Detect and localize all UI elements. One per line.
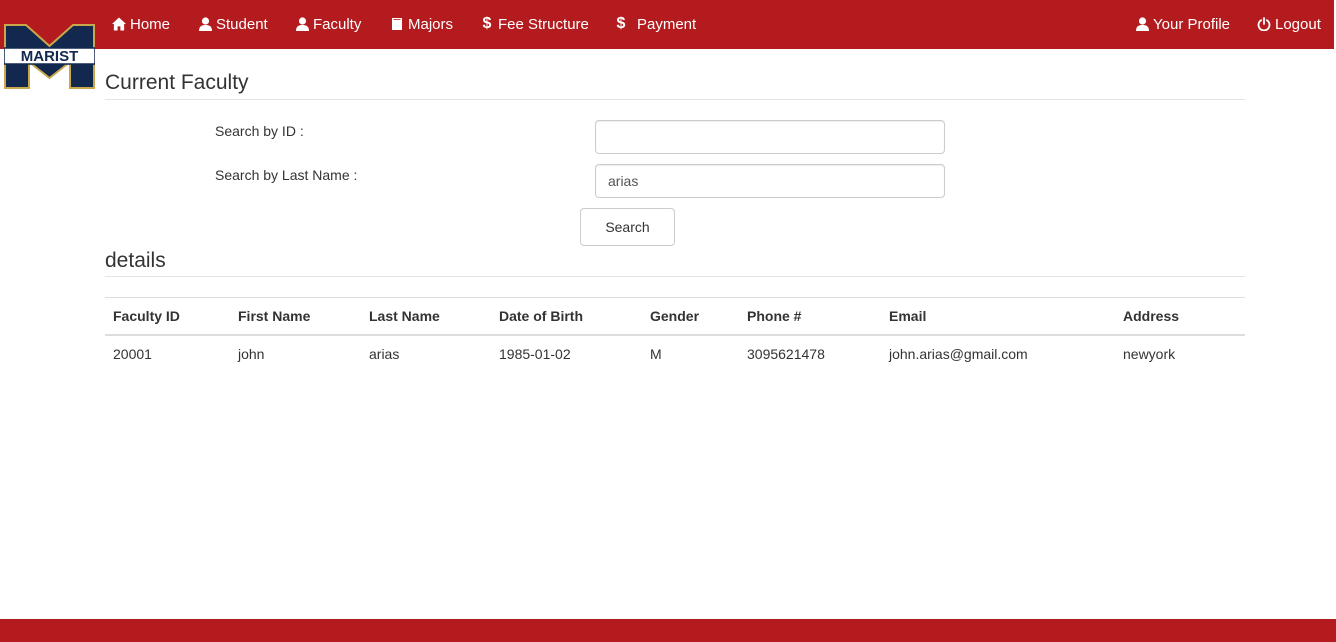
nav-payment-link[interactable]: $ Payment [616,0,697,48]
column-header: Date of Birth [491,297,642,336]
home-icon [112,16,126,32]
details-title: details [105,249,166,272]
search-button[interactable]: Search [580,208,675,246]
nav-faculty-link[interactable]: Faculty [295,0,361,48]
cell-date-of-birth: 1985-01-02 [491,334,642,372]
user-icon [198,16,212,32]
cell-first-name: john [230,334,361,372]
logo-text: MARIST [21,48,79,65]
column-header: Phone # [739,297,881,336]
nav-profile-link[interactable]: Your Profile [1135,0,1230,48]
title-divider [105,99,1245,100]
cell-phone: 3095621478 [739,334,881,372]
search-lastname-label: Search by Last Name : [215,167,358,183]
nav-fee-structure-link[interactable]: $ Fee Structure [482,0,589,48]
column-header: Address [1115,297,1245,336]
nav-logout-label: Logout [1275,15,1321,33]
column-header: Last Name [361,297,491,336]
footer-bar [0,619,1336,642]
search-lastname-input[interactable] [595,164,945,198]
marist-logo[interactable]: MARIST [4,24,95,89]
book-icon [390,16,404,32]
nav-profile-label: Your Profile [1153,15,1230,33]
nav-home-label: Home [130,15,171,33]
power-icon [1257,16,1271,32]
nav-faculty-label: Faculty [313,15,362,33]
cell-faculty-id: 20001 [105,334,230,372]
nav-majors-link[interactable]: Majors [390,0,453,48]
user-icon [295,16,309,32]
nav-student-label: Student [216,15,268,33]
table-header-row: Faculty ID First Name Last Name Date of … [105,297,1245,336]
top-navbar: Home Student Faculty Majors $ Fee Struct… [0,0,1334,49]
column-header: First Name [230,297,361,336]
nav-home-link[interactable]: Home [112,0,170,48]
column-header: Faculty ID [105,297,230,336]
column-header: Gender [642,297,739,336]
user-icon [1135,16,1149,32]
dollar-icon: $ [616,15,626,32]
cell-address: newyork [1115,334,1245,372]
cell-email: john.arias@gmail.com [881,334,1115,372]
dollar-icon: $ [482,15,492,32]
faculty-results-table: Faculty ID First Name Last Name Date of … [105,297,1245,372]
details-divider [105,276,1245,277]
cell-gender: M [642,334,739,372]
nav-payment-label: Payment [637,15,697,33]
table-row: 20001 john arias 1985-01-02 M 3095621478… [105,334,1245,372]
search-id-label: Search by ID : [215,123,304,139]
nav-logout-link[interactable]: Logout [1257,0,1321,48]
column-header: Email [881,297,1115,336]
nav-fee-structure-label: Fee Structure [498,15,589,33]
cell-last-name: arias [361,334,491,372]
nav-student-link[interactable]: Student [198,0,268,48]
nav-majors-label: Majors [408,15,454,33]
search-id-input[interactable] [595,120,945,154]
page-title: Current Faculty [105,71,249,94]
